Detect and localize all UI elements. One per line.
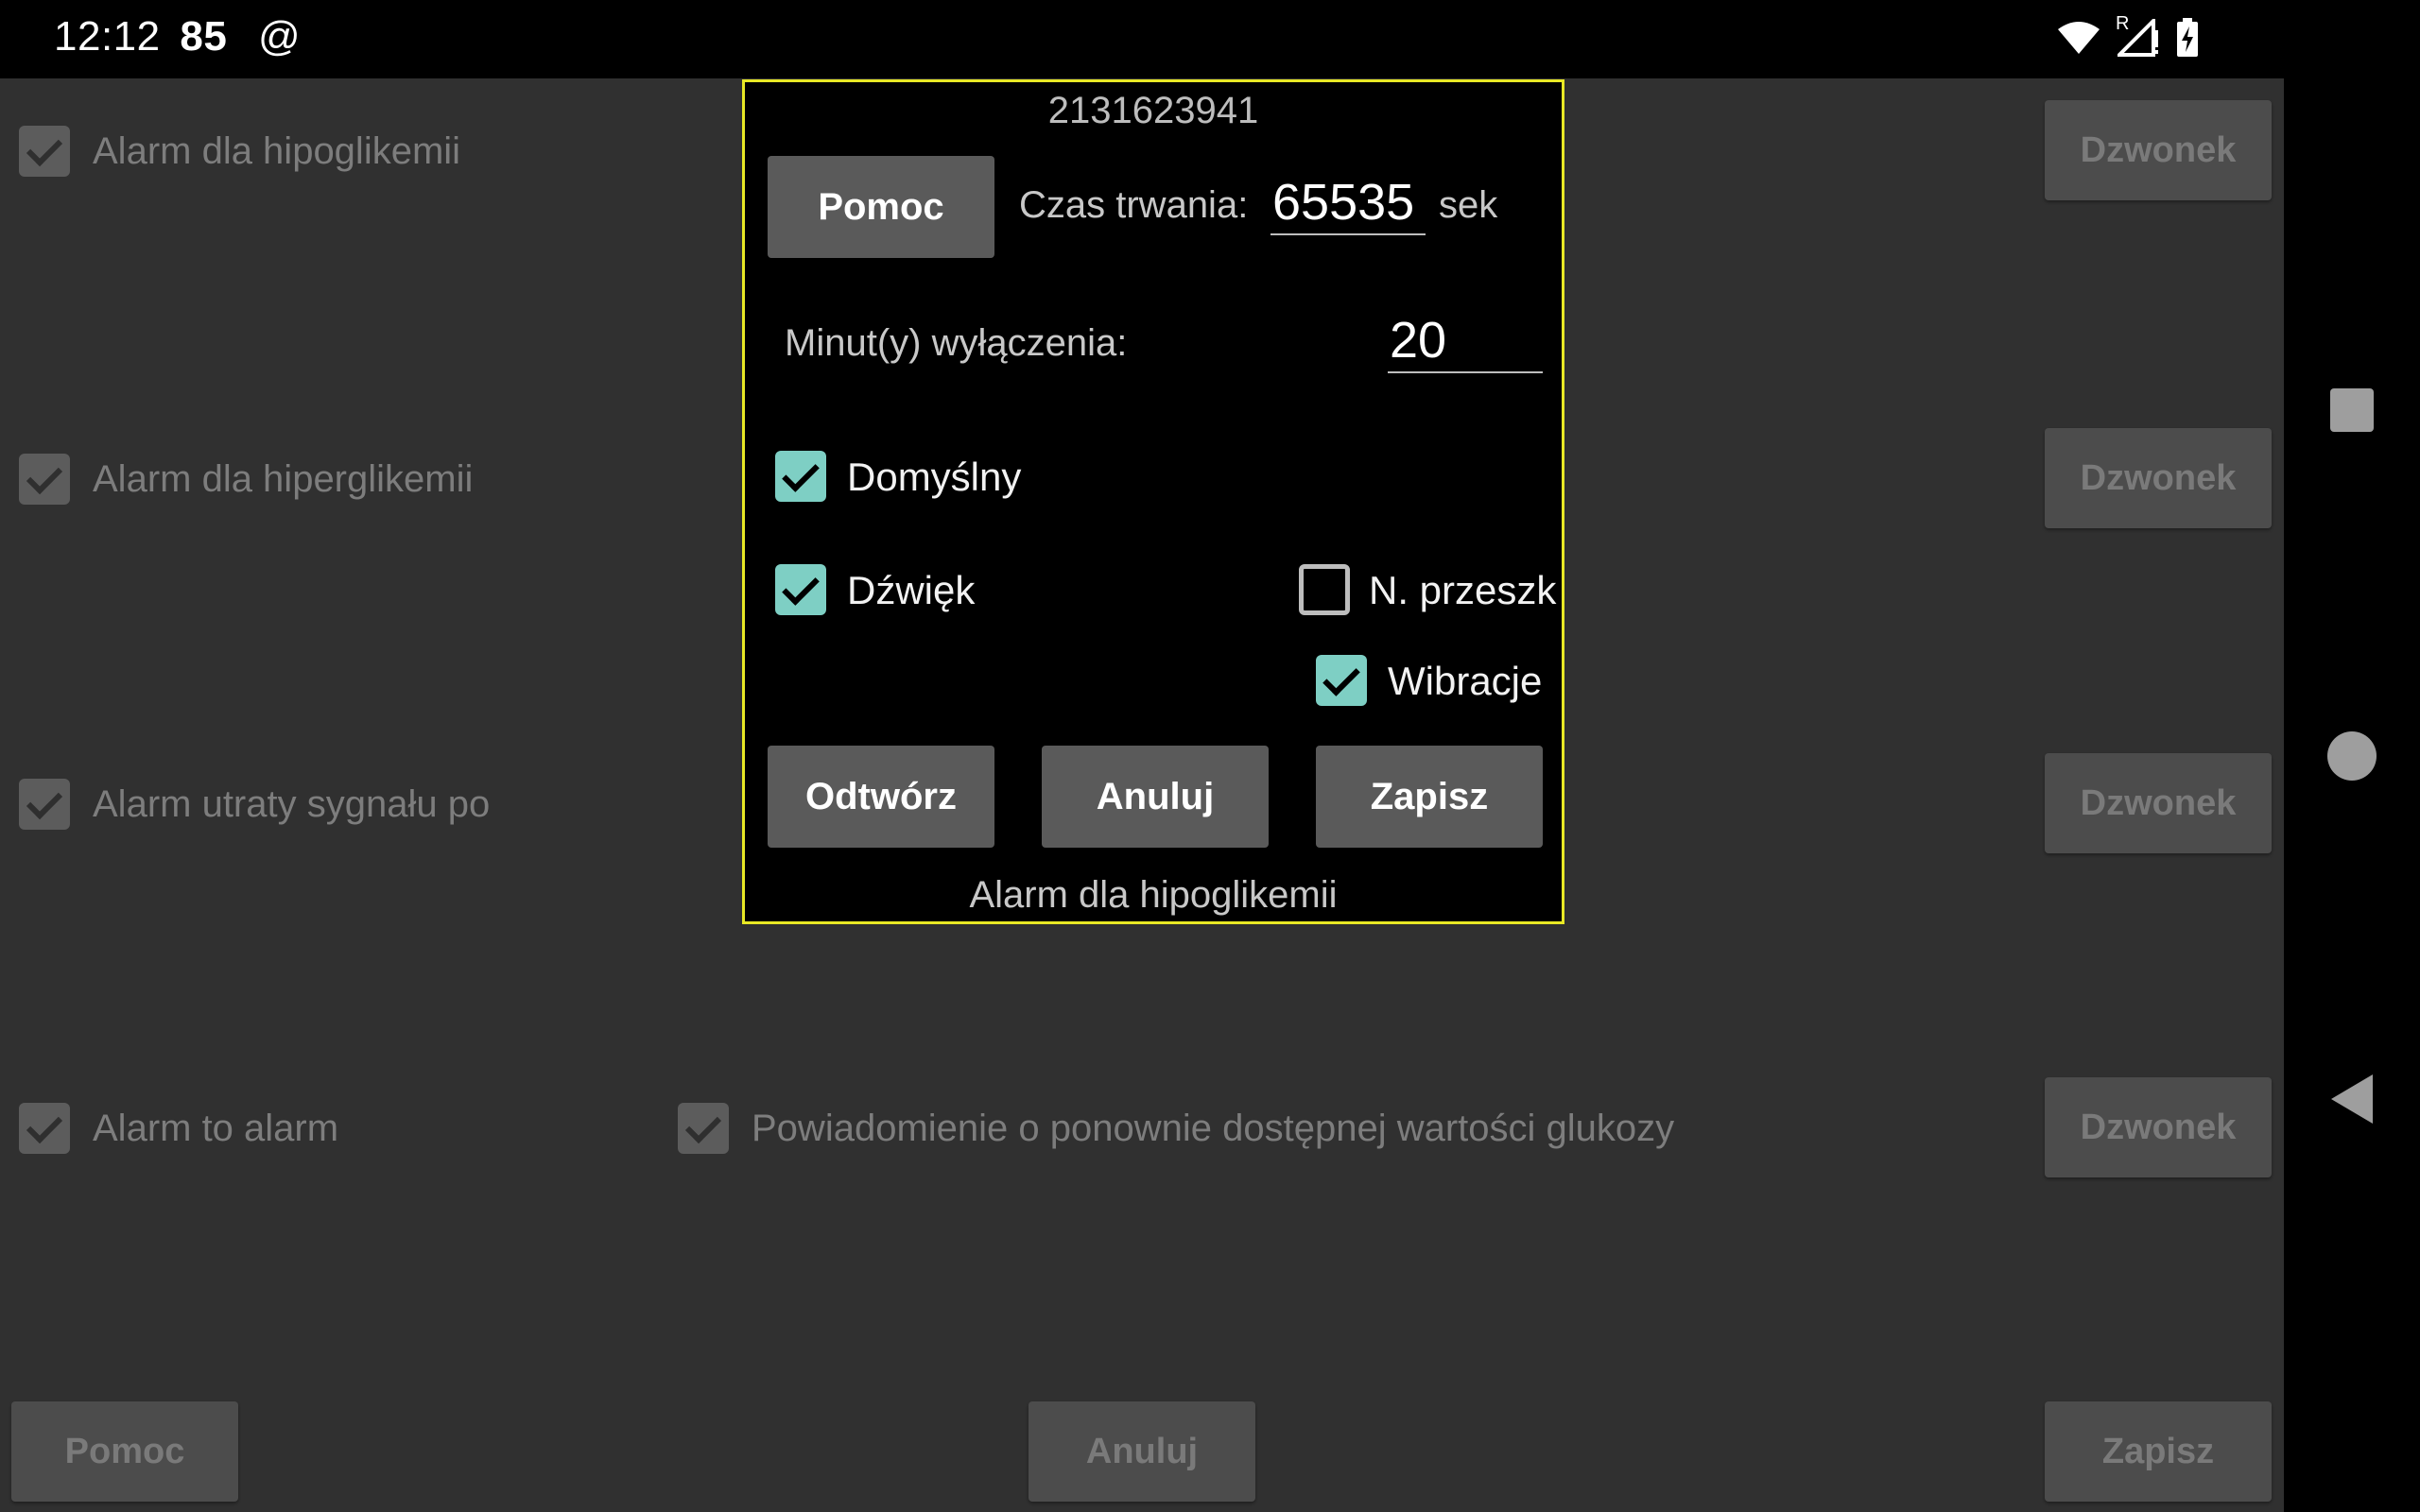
roaming-mark: R [2116,12,2130,34]
duration-unit: sek [1439,184,1498,226]
status-time: 12:12 85 @ [54,13,301,60]
bg-cancel-button[interactable]: Anuluj [1028,1401,1255,1502]
dnd-checkbox[interactable] [1299,564,1350,615]
hypo-checkbox[interactable] [19,126,70,177]
navigation-bar [2284,0,2420,1512]
dialog-id: 2131623941 [1047,90,1259,131]
back-triangle-icon [2331,1074,2373,1124]
home-button[interactable] [2284,731,2420,781]
wifi-icon [2057,20,2100,60]
circle-icon [2327,731,2377,781]
hypo-label: Alarm dla hipoglikemii [93,129,461,172]
dialog-footer-title: Alarm dla hipoglikemii [969,874,1338,916]
default-label: Domyślny [847,455,1022,499]
at-icon: @ [258,13,302,60]
row-hyper[interactable]: Alarm dla hiperglikemii [19,454,473,505]
sound-label: Dźwięk [847,568,976,612]
signal-loss-checkbox[interactable] [19,779,70,830]
row-glucose-available[interactable]: Powiadomienie o ponownie dostępnej warto… [678,1103,1674,1154]
row-hypo[interactable]: Alarm dla hipoglikemii [19,126,460,177]
hyper-label: Alarm dla hiperglikemii [93,457,474,500]
row-signal-loss[interactable]: Alarm utraty sygnału po [19,779,490,830]
status-number: 85 [180,13,228,60]
vibration-checkbox[interactable] [1316,655,1367,706]
snooze-label: Minut(y) wyłączenia: [785,322,1128,364]
duration-label: Czas trwania: [1019,184,1249,226]
recents-button[interactable] [2284,388,2420,432]
bg-help-button[interactable]: Pomoc [11,1401,238,1502]
clock: 12:12 [54,13,161,60]
battery-charging-icon [2176,17,2199,62]
glucose-available-checkbox[interactable] [678,1103,729,1154]
glucose-available-label: Powiadomienie o ponownie dostępnej warto… [752,1107,1675,1149]
dnd-label: N. przeszk [1369,568,1557,612]
signal-loss-label: Alarm utraty sygnału po [93,782,491,825]
duration-input[interactable]: 65535 [1270,173,1426,235]
square-icon [2330,388,2374,432]
signal-icon: R [2115,13,2159,61]
snooze-input[interactable]: 20 [1388,311,1543,373]
alarm-to-alarm-label: Alarm to alarm [93,1107,339,1149]
cancel-button[interactable]: Anuluj [1042,746,1269,848]
bg-save-button[interactable]: Zapisz [2045,1401,2272,1502]
ringtone-dialog: 2131623941 Pomoc Czas trwania: 65535 sek… [742,79,1564,924]
status-bar: 12:12 85 @ R [0,0,2284,78]
hypo-ringtone-button[interactable]: Dzwonek [2045,100,2272,200]
signal-loss-ringtone-button[interactable]: Dzwonek [2045,753,2272,853]
hyper-ringtone-button[interactable]: Dzwonek [2045,428,2272,528]
back-button[interactable] [2284,1074,2420,1124]
save-button[interactable]: Zapisz [1316,746,1543,848]
hyper-checkbox[interactable] [19,454,70,505]
alarm-to-alarm-checkbox[interactable] [19,1103,70,1154]
sound-checkbox[interactable] [775,564,826,615]
vibration-label: Wibracje [1388,659,1543,703]
alarm-to-alarm-ringtone-button[interactable]: Dzwonek [2045,1077,2272,1177]
play-button[interactable]: Odtwórz [768,746,994,848]
row-alarm-to-alarm[interactable]: Alarm to alarm [19,1103,338,1154]
default-checkbox[interactable] [775,451,826,502]
help-button[interactable]: Pomoc [768,156,994,258]
